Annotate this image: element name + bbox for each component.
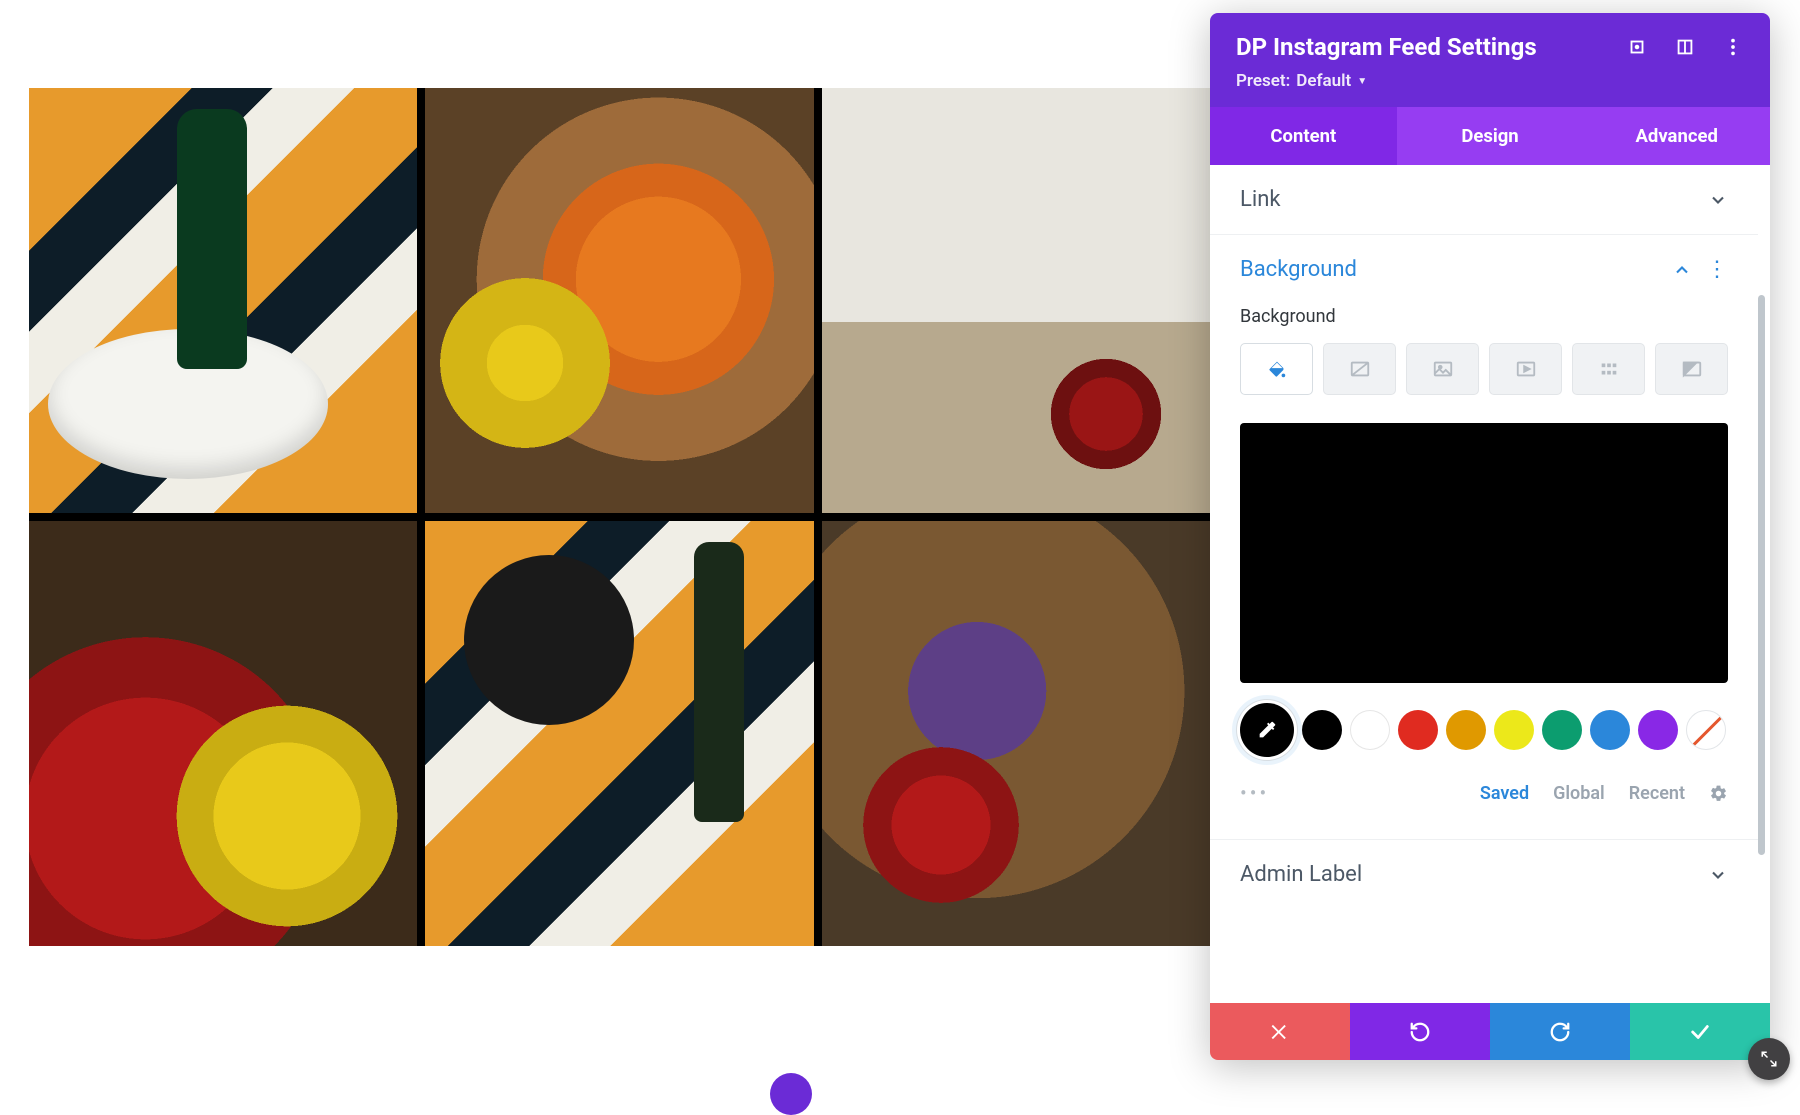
more-icon[interactable] bbox=[1722, 36, 1744, 58]
palette-tabs: Saved Global Recent bbox=[1480, 783, 1728, 804]
background-color-preview[interactable] bbox=[1240, 423, 1728, 683]
preset-value: Default bbox=[1296, 71, 1351, 91]
redo-button[interactable] bbox=[1490, 1003, 1630, 1060]
tab-advanced[interactable]: Advanced bbox=[1583, 107, 1770, 165]
background-type-tabs bbox=[1240, 343, 1728, 395]
feed-image bbox=[29, 521, 417, 946]
section-background-label: Background bbox=[1240, 257, 1357, 282]
background-field-label: Background bbox=[1240, 306, 1728, 327]
palette-more-icon[interactable]: ••• bbox=[1240, 781, 1269, 805]
swatch-blue[interactable] bbox=[1590, 710, 1630, 750]
feed-image bbox=[425, 521, 813, 946]
resize-panel-button[interactable] bbox=[1748, 1038, 1790, 1080]
section-admin-label: Admin Label bbox=[1210, 840, 1758, 909]
tab-content[interactable]: Content bbox=[1210, 107, 1397, 165]
tab-design[interactable]: Design bbox=[1397, 107, 1584, 165]
palette-settings-icon[interactable] bbox=[1709, 784, 1728, 803]
feed-image bbox=[425, 88, 813, 513]
instagram-feed-preview bbox=[29, 88, 1210, 946]
color-swatches bbox=[1240, 703, 1728, 757]
undo-button[interactable] bbox=[1350, 1003, 1490, 1060]
section-options-icon[interactable]: ⋮ bbox=[1706, 259, 1728, 281]
bg-type-pattern[interactable] bbox=[1572, 343, 1645, 395]
swatch-red[interactable] bbox=[1398, 710, 1438, 750]
bg-type-gradient[interactable] bbox=[1323, 343, 1396, 395]
section-link-toggle[interactable]: Link bbox=[1210, 165, 1758, 234]
panel-header: DP Instagram Feed Settings Preset: Defau… bbox=[1210, 13, 1770, 107]
swatch-white[interactable] bbox=[1350, 710, 1390, 750]
palette-tab-saved[interactable]: Saved bbox=[1480, 783, 1529, 804]
swatch-yellow[interactable] bbox=[1494, 710, 1534, 750]
swatch-green[interactable] bbox=[1542, 710, 1582, 750]
panel-body: Link Background ⋮ Background bbox=[1210, 165, 1770, 1003]
bg-type-image[interactable] bbox=[1406, 343, 1479, 395]
add-module-fab[interactable] bbox=[770, 1073, 812, 1115]
bg-type-mask[interactable] bbox=[1655, 343, 1728, 395]
panel-footer bbox=[1210, 1003, 1770, 1060]
section-link: Link bbox=[1210, 165, 1758, 235]
feed-image bbox=[29, 88, 417, 513]
swatch-black[interactable] bbox=[1302, 710, 1342, 750]
panel-tabs: Content Design Advanced bbox=[1210, 107, 1770, 165]
palette-tab-recent[interactable]: Recent bbox=[1629, 783, 1685, 804]
panel-scrollbar[interactable] bbox=[1758, 295, 1765, 855]
bg-type-video[interactable] bbox=[1489, 343, 1562, 395]
caret-down-icon: ▼ bbox=[1357, 76, 1367, 87]
snap-icon[interactable] bbox=[1674, 36, 1696, 58]
section-background-toggle[interactable]: Background ⋮ bbox=[1210, 235, 1758, 304]
color-eyedropper[interactable] bbox=[1240, 703, 1294, 757]
preset-prefix: Preset: bbox=[1236, 71, 1290, 91]
section-background: Background ⋮ Background bbox=[1210, 235, 1758, 840]
palette-tab-global[interactable]: Global bbox=[1553, 783, 1605, 804]
cancel-button[interactable] bbox=[1210, 1003, 1350, 1060]
section-admin-label-label: Admin Label bbox=[1240, 862, 1362, 887]
chevron-down-icon bbox=[1708, 865, 1728, 885]
section-admin-label-toggle[interactable]: Admin Label bbox=[1210, 840, 1758, 909]
swatch-purple[interactable] bbox=[1638, 710, 1678, 750]
preset-selector[interactable]: Preset: Default ▼ bbox=[1236, 71, 1744, 91]
chevron-down-icon bbox=[1708, 190, 1728, 210]
swatch-orange[interactable] bbox=[1446, 710, 1486, 750]
feed-image bbox=[822, 88, 1210, 513]
swatch-none[interactable] bbox=[1686, 710, 1726, 750]
section-link-label: Link bbox=[1240, 187, 1281, 212]
expand-icon[interactable] bbox=[1626, 36, 1648, 58]
feed-image bbox=[822, 521, 1210, 946]
bg-type-color[interactable] bbox=[1240, 343, 1313, 395]
chevron-up-icon bbox=[1672, 260, 1692, 280]
panel-title: DP Instagram Feed Settings bbox=[1236, 33, 1537, 61]
settings-panel: DP Instagram Feed Settings Preset: Defau… bbox=[1210, 13, 1770, 1060]
